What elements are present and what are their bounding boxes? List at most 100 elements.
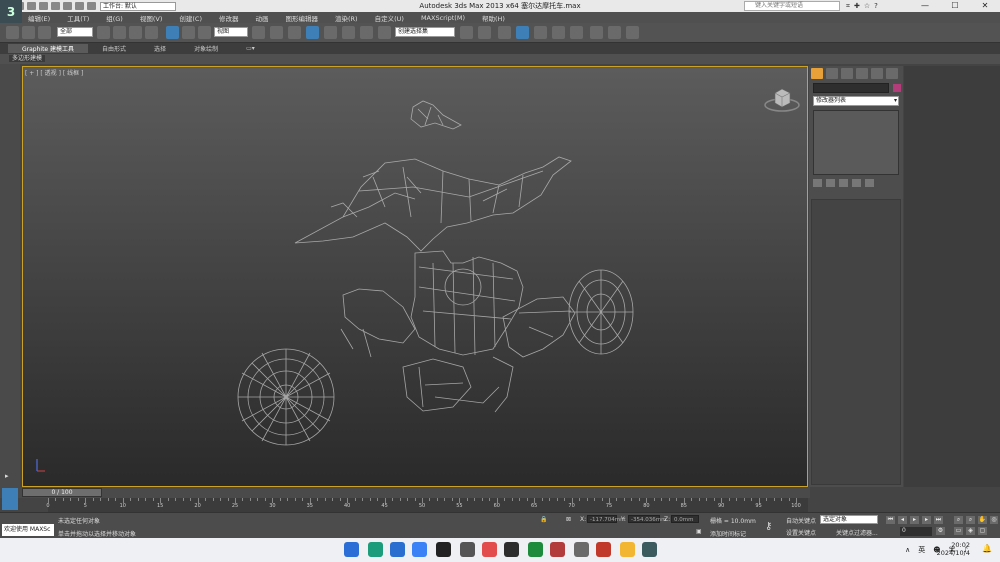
close-button[interactable]: ✕ [970,0,1000,12]
goto-start-icon[interactable]: ⏮ [886,516,895,524]
modifier-list-dropdown[interactable]: 修改器列表 [813,96,899,106]
clock[interactable]: 20:02 2024/10/4 [937,541,970,557]
render-production-icon[interactable] [626,26,639,39]
app-icon-7[interactable] [550,542,565,557]
maximize-button[interactable]: ☐ [940,0,970,12]
graphite-toggle-icon[interactable] [516,26,529,39]
tab-object-paint[interactable]: 对象绘制 [180,44,232,53]
auto-key-button[interactable]: 自动关键点 [786,516,816,525]
lock-selection-icon[interactable]: 🔒 [540,516,547,523]
project-folder-icon[interactable] [87,2,96,10]
app-icon-9[interactable] [596,542,611,557]
y-coordinate-field[interactable]: -354.036mm [628,515,666,523]
menu-edit[interactable]: 编辑(E) [28,13,50,23]
make-unique-icon[interactable] [839,179,848,187]
object-name-field[interactable] [813,83,889,93]
spinner-snap-icon[interactable] [360,26,373,39]
tray-overflow-icon[interactable]: ∧ [905,541,910,559]
add-time-tag[interactable]: 添加时间标记 [710,529,746,538]
app-logo-icon[interactable]: 3 [0,0,22,23]
quick-access-save-icon[interactable] [27,2,36,10]
configure-sets-icon[interactable] [865,179,874,187]
curve-editor-icon[interactable] [534,26,547,39]
menu-animation[interactable]: 动画 [256,13,269,23]
redo-icon[interactable] [51,2,60,10]
field-of-view-icon[interactable]: ▭ [954,527,963,535]
ribbon-options-icon[interactable]: ▭▾ [232,45,269,52]
reference-coordinate-dropdown[interactable]: 视图 [214,27,248,37]
key-filters-button[interactable]: 关键点过滤器... [836,528,878,537]
menu-create[interactable]: 创建(C) [179,13,202,23]
help-icon[interactable]: ? [874,0,878,12]
menu-help[interactable]: 帮助(H) [482,13,505,23]
hold-icon[interactable] [63,2,72,10]
rendered-frame-window-icon[interactable] [608,26,621,39]
pan-icon[interactable]: ✋ [978,516,987,524]
perspective-viewport[interactable]: [ + ] [ 透视 ] [ 线框 ] [22,66,808,487]
z-coordinate-field[interactable]: 0.0mm [671,515,699,523]
current-frame-field[interactable]: 0 [900,527,932,536]
schematic-view-icon[interactable] [552,26,565,39]
key-icon[interactable]: ⚷ [765,521,772,532]
undo-icon[interactable] [39,2,48,10]
app-icon-3[interactable] [436,542,451,557]
file-explorer-icon[interactable] [620,542,635,557]
menu-tools[interactable]: 工具(T) [67,13,89,23]
named-selection-dropdown[interactable]: 创建选择集 [395,27,455,37]
select-by-name-icon[interactable] [113,26,126,39]
selection-set-dropdown[interactable]: 选定对象 [820,515,878,524]
layer-manager-icon[interactable] [498,26,511,39]
input-language[interactable]: 英 [918,541,925,559]
manipulate-icon[interactable] [270,26,283,39]
rect-selection-icon[interactable] [129,26,142,39]
wireframe-motorcycle-model[interactable] [23,67,808,487]
maxscript-listener[interactable]: 欢迎使用 MAXSc [2,524,54,536]
3dsmax-taskbar-icon[interactable] [642,542,657,557]
notification-icon[interactable]: 🔔 [982,544,992,553]
show-end-result-icon[interactable] [826,179,835,187]
percent-snap-icon[interactable] [342,26,355,39]
minimize-button[interactable]: — [910,0,940,12]
walk-through-icon[interactable]: ◈ [966,527,975,535]
hierarchy-tab-icon[interactable] [841,68,853,79]
create-tab-icon[interactable] [811,68,823,79]
maximize-viewport-icon[interactable]: ▢ [978,527,987,535]
display-tab-icon[interactable] [871,68,883,79]
search-input[interactable]: 键入关键字或短语 [744,1,840,11]
render-setup-icon[interactable] [590,26,603,39]
absolute-mode-icon[interactable]: ⊠ [566,516,571,523]
bind-space-warp-icon[interactable] [38,26,51,39]
app-icon-4[interactable] [460,542,475,557]
select-scale-icon[interactable] [198,26,211,39]
material-editor-icon[interactable] [570,26,583,39]
app-icon-5[interactable] [482,542,497,557]
object-color-swatch[interactable] [893,84,901,92]
tab-freeform[interactable]: 自由形式 [88,44,140,53]
angle-snap-icon[interactable] [324,26,337,39]
select-object-icon[interactable] [97,26,110,39]
set-key-button[interactable]: 设置关键点 [786,528,816,537]
mini-curve-editor-icon[interactable] [2,488,18,510]
tab-selection[interactable]: 选择 [140,44,180,53]
remove-modifier-icon[interactable] [852,179,861,187]
time-config-icon[interactable]: ⚙ [936,527,945,535]
excel-icon[interactable] [528,542,543,557]
track-bar[interactable]: 0 5 10 15 20 25 30 35 40 45 50 55 60 65 70 75 80 85 90 95 10… [46,498,808,512]
zoom-all-icon[interactable]: ⌕ [966,516,975,524]
menu-rendering[interactable]: 渲染(R) [335,13,358,23]
app-icon-2[interactable] [412,542,427,557]
viewcube-icon[interactable] [763,83,801,113]
play-icon[interactable]: ▸ [910,516,919,524]
link-icon[interactable] [6,26,19,39]
expand-arrow-icon[interactable]: ▸ [5,472,15,482]
workspace-dropdown[interactable]: 工作台: 默认 [100,1,176,11]
x-coordinate-field[interactable]: -117.704mm [587,515,625,523]
binoculars-icon[interactable]: ⌗ [846,0,850,12]
start-icon[interactable] [344,542,359,557]
time-slider[interactable]: 0 / 100 [22,488,102,497]
goto-end-icon[interactable]: ⏭ [934,516,943,524]
app-icon-6[interactable] [504,542,519,557]
menu-graph-editors[interactable]: 图形编辑器 [286,13,319,23]
edit-named-selection-icon[interactable] [378,26,391,39]
pin-stack-icon[interactable] [813,179,822,187]
